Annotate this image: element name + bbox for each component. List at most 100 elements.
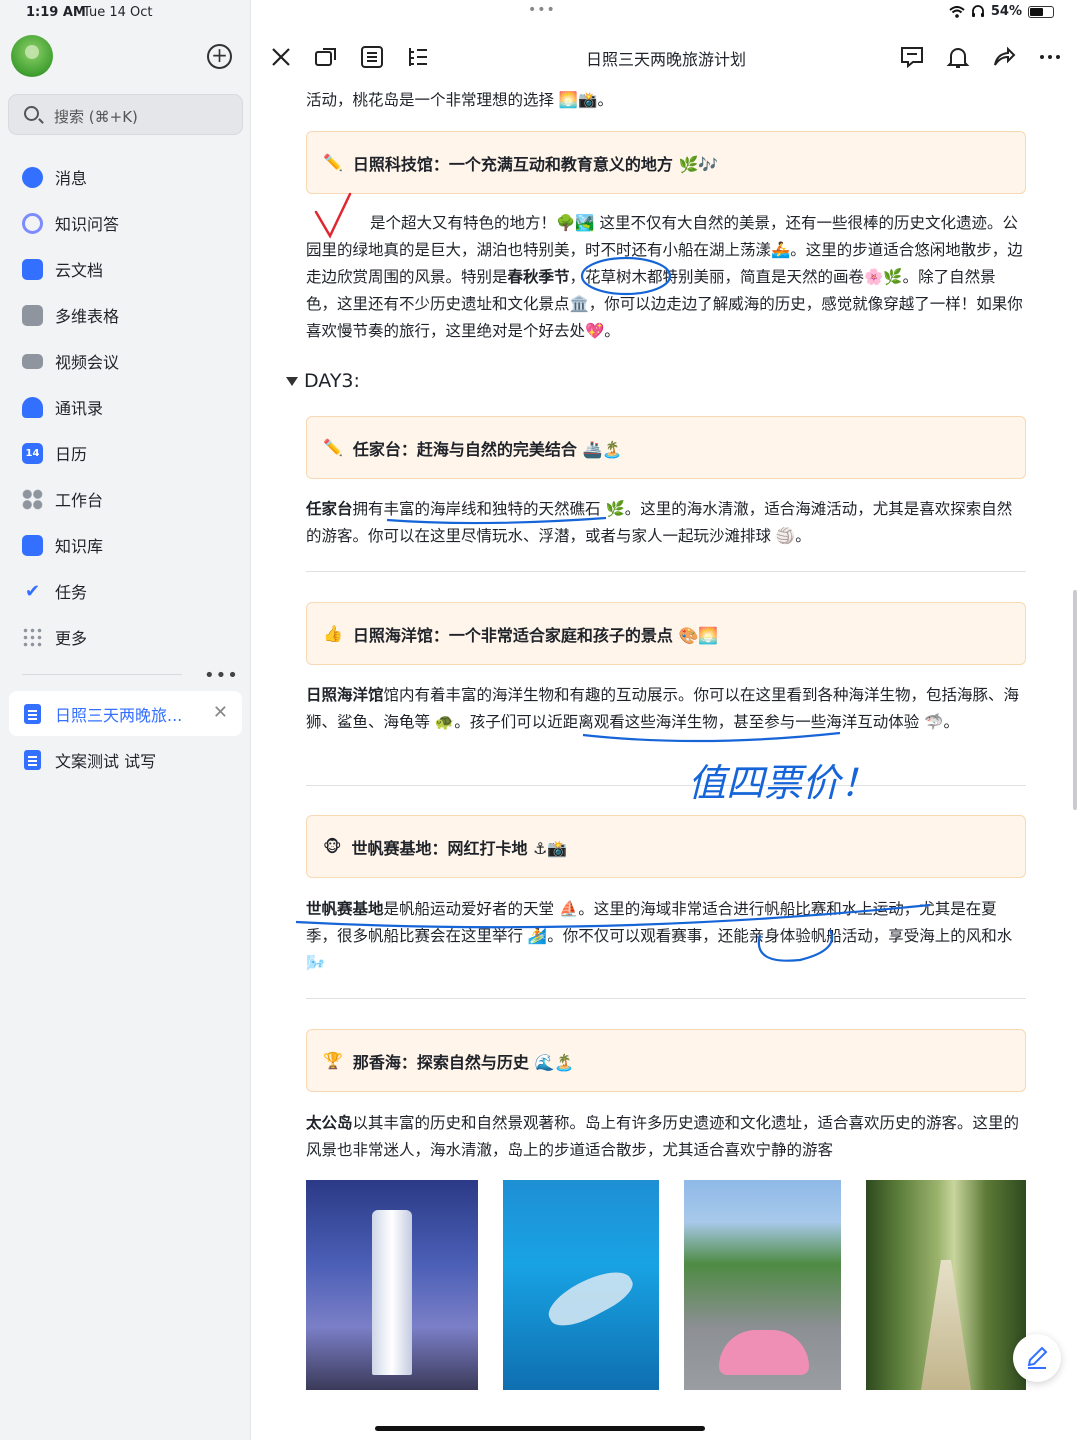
photo-lighthouse[interactable] <box>306 1180 478 1390</box>
knowledge-qa-icon <box>22 212 43 234</box>
bold-text: 太公岛 <box>306 1114 353 1132</box>
battery-percent: 54% <box>990 4 1022 19</box>
callout-heading: 日照海洋馆：一个非常适合家庭和孩子的景点 🎨🌅 <box>352 625 719 645</box>
sidebar-item-label: 通讯录 <box>55 399 104 418</box>
more-grid-icon <box>22 626 43 648</box>
callout-heading: 日照科技馆：一个充满互动和教育意义的地方 🌿🎶 <box>352 154 719 174</box>
close-icon[interactable]: ✕ <box>213 702 228 723</box>
notification-bell-icon[interactable] <box>945 44 971 70</box>
paragraph: 太公岛以其丰富的历史和自然景观著称。岛上有许多历史遗迹和文化遗址，适合喜欢历史的… <box>306 1114 1020 1159</box>
task-icon: ✔ <box>24 580 41 602</box>
sidebar-item-tasks[interactable]: ✔ 任务 <box>0 568 251 614</box>
sidebar-item-label: 多维表格 <box>55 307 120 326</box>
callout-heading: 那香海：探索自然与历史 🌊🏝️ <box>352 1052 575 1072</box>
search-input[interactable]: 搜索 (⌘+K) <box>8 94 243 135</box>
divider <box>306 571 1026 572</box>
sidebar-item-label: 视频会议 <box>55 353 120 372</box>
status-right: 54% <box>949 4 1054 19</box>
monkey-icon: 🐵 <box>323 837 342 856</box>
callout-heading: 世帆赛基地：网红打卡地 ⚓📸 <box>351 838 568 858</box>
open-doc-tab[interactable]: 文案测试 试写 <box>9 737 242 782</box>
search-placeholder: 搜索 (⌘+K) <box>54 108 138 126</box>
bold-text: 春秋季节 <box>507 268 570 286</box>
pencil-icon: ✏️ <box>323 438 343 457</box>
edit-button[interactable] <box>1013 1334 1061 1382</box>
headphones-icon <box>971 5 984 17</box>
photo-forest-path[interactable] <box>866 1180 1026 1390</box>
sidebar-item-cloud-docs[interactable]: 云文档 <box>0 246 251 292</box>
base-table-icon <box>22 304 43 326</box>
callout-block[interactable]: 👍 日照海洋馆：一个非常适合家庭和孩子的景点 🎨🌅 <box>306 602 1026 665</box>
message-icon <box>22 166 43 188</box>
divider <box>306 785 1026 786</box>
thumbs-up-icon: 👍 <box>323 624 343 643</box>
sidebar-item-label: 云文档 <box>55 261 104 280</box>
document-icon <box>24 703 41 724</box>
sidebar-divider <box>22 674 182 675</box>
document-icon <box>24 749 41 770</box>
paragraph: 活动，桃花岛是一个非常理想的选择 🌅📸。 <box>306 91 614 109</box>
sidebar-item-contacts[interactable]: 通讯录 <box>0 384 251 430</box>
callout-block[interactable]: ✏️ 任家台：赶海与自然的完美结合 🚢🏝️ <box>306 416 1026 479</box>
video-meeting-icon <box>22 353 43 369</box>
collapse-triangle-icon[interactable] <box>286 377 298 386</box>
paragraph: 是个超大又有特色的地方！🌳🏞️ 这里不仅有大自然的美景，还有一些很棒的历史文化遗… <box>306 214 1023 340</box>
status-date: Tue 14 Oct <box>83 5 153 20</box>
contacts-icon <box>22 396 43 418</box>
pencil-icon <box>1027 1346 1048 1369</box>
lighthouse-shape <box>372 1210 412 1375</box>
sidebar-item-label: 工作台 <box>55 491 104 510</box>
paragraph: 日照海洋馆馆内有着丰富的海洋生物和有趣的互动展示。你可以在这里看到各种海洋生物，… <box>306 686 1020 731</box>
sidebar-item-knowledge-qa[interactable]: 知识问答 <box>0 200 251 246</box>
bold-text: 任家台 <box>306 500 353 518</box>
home-indicator[interactable] <box>375 1426 705 1431</box>
scrollbar[interactable] <box>1073 590 1077 810</box>
sidebar-item-messages[interactable]: 消息 <box>0 154 251 200</box>
path-shape <box>921 1260 971 1390</box>
wiki-icon <box>22 534 43 556</box>
sidebar-item-label: 更多 <box>55 629 88 648</box>
sidebar-item-label: 消息 <box>55 169 88 188</box>
divider <box>306 998 1026 999</box>
callout-block[interactable]: 🐵 世帆赛基地：网红打卡地 ⚓📸 <box>306 815 1026 878</box>
sidebar-item-label: 任务 <box>55 583 88 602</box>
sidebar-item-label: 知识库 <box>55 537 104 556</box>
calendar-icon: 14 <box>22 442 43 464</box>
status-bar: 1:19 AM Tue 14 Oct ••• 54% <box>0 0 1080 26</box>
photo-aquarium-whale[interactable] <box>503 1180 659 1390</box>
sidebar-item-more[interactable]: 更多 <box>0 614 251 660</box>
sidebar-item-video-meeting[interactable]: 视频会议 <box>0 338 251 384</box>
search-icon <box>24 106 39 121</box>
whale-shape <box>541 1260 639 1336</box>
sidebar-item-calendar[interactable]: 14 日历 <box>0 430 251 476</box>
add-button[interactable]: + <box>207 44 232 69</box>
more-options-icon[interactable] <box>1037 44 1063 70</box>
open-doc-label: 日照三天两晚旅... <box>55 705 183 725</box>
doc-toolbar: 日照三天两晚旅游计划 <box>252 26 1080 88</box>
open-doc-tab-active[interactable]: 日照三天两晚旅... ✕ <box>9 691 242 736</box>
sidebar-item-wiki[interactable]: 知识库 <box>0 522 251 568</box>
avatar[interactable] <box>11 35 53 77</box>
heart-shape <box>719 1330 809 1375</box>
bold-text: 日照海洋馆 <box>306 686 384 704</box>
sidebar-item-label: 知识问答 <box>55 215 120 234</box>
status-time: 1:19 AM <box>26 5 86 20</box>
sidebar-nav: 消息 知识问答 云文档 多维表格 视频会议 通讯录 14 日历 工作台 知识库 … <box>0 154 251 660</box>
comment-icon[interactable] <box>899 44 925 70</box>
photo-heart-plaza[interactable] <box>684 1180 841 1390</box>
share-icon[interactable] <box>991 44 1017 70</box>
open-doc-label: 文案测试 试写 <box>55 751 157 771</box>
day3-heading[interactable]: DAY3: <box>286 370 360 392</box>
sidebar-item-base[interactable]: 多维表格 <box>0 292 251 338</box>
sidebar-item-workplace[interactable]: 工作台 <box>0 476 251 522</box>
pencil-icon: ✏️ <box>323 153 343 172</box>
bold-text: 世帆赛基地 <box>306 900 384 918</box>
handwritten-note: 值四票价！ <box>688 761 878 805</box>
callout-block[interactable]: ✏️ 日照科技馆：一个充满互动和教育意义的地方 🌿🎶 <box>306 131 1026 194</box>
multitask-dots[interactable]: ••• <box>528 2 556 18</box>
battery-icon <box>1028 5 1054 18</box>
docs-more-icon[interactable]: ••• <box>204 665 239 686</box>
sidebar: + 搜索 (⌘+K) 消息 知识问答 云文档 多维表格 视频会议 通讯录 14 … <box>0 0 251 1440</box>
trophy-icon: 🏆 <box>323 1051 343 1070</box>
callout-block[interactable]: 🏆 那香海：探索自然与历史 🌊🏝️ <box>306 1029 1026 1092</box>
